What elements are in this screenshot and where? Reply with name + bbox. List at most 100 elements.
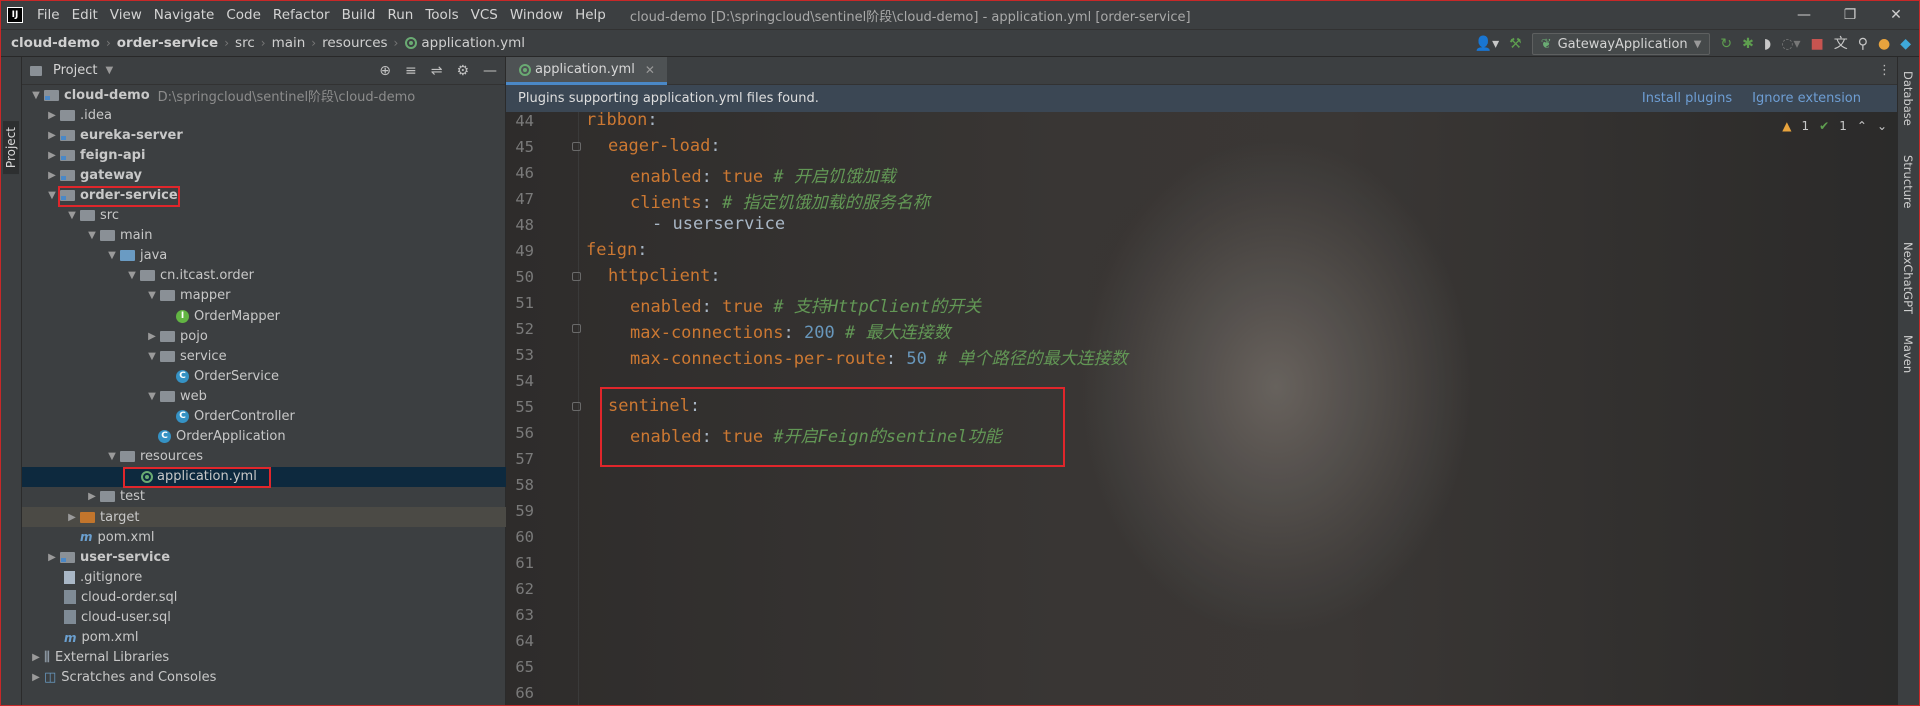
translate-icon[interactable]: 文 (1834, 30, 1848, 58)
menu-run[interactable]: Run (381, 1, 419, 29)
rerun-icon[interactable]: ↻ (1720, 30, 1732, 58)
line-number: 61 (515, 554, 534, 572)
yaml-key: clients (630, 193, 702, 213)
breadcrumb-main[interactable]: main (272, 35, 306, 51)
menu-help[interactable]: Help (569, 1, 612, 29)
tree-label: order-service (80, 188, 178, 204)
tree-item-ordermapper[interactable]: I OrderMapper (22, 306, 506, 326)
line-number: 66 (515, 684, 534, 702)
user-icon[interactable]: 👤▾ (1475, 30, 1499, 58)
tree-item-main[interactable]: ▼ main (22, 226, 506, 246)
plugin-logo-icon[interactable]: ◆ (1900, 30, 1911, 58)
tree-item-package[interactable]: ▼ cn.itcast.order (22, 266, 506, 286)
tree-item-orderapplication[interactable]: C OrderApplication (22, 427, 506, 447)
update-icon[interactable]: ● (1878, 30, 1890, 58)
more-tabs-icon[interactable]: ⋮ (1878, 57, 1891, 85)
database-tool-button[interactable]: Database (1901, 71, 1915, 126)
tree-item-eureka-server[interactable]: ▶ eureka-server (22, 125, 506, 145)
tree-item-service[interactable]: ▼ service (22, 346, 506, 366)
window-controls: — ❐ ✕ (1781, 1, 1919, 29)
tree-item-pom-root[interactable]: m pom.xml (22, 628, 506, 648)
yaml-number: 200 (804, 323, 835, 343)
hide-icon[interactable]: — (483, 57, 497, 85)
tree-item-web[interactable]: ▼ web (22, 386, 506, 406)
tree-item-pom-order[interactable]: m pom.xml (22, 527, 506, 547)
fold-marker-icon[interactable] (572, 272, 581, 281)
close-tab-icon[interactable]: ✕ (645, 63, 655, 77)
yaml-key: feign (586, 240, 638, 260)
menu-edit[interactable]: Edit (66, 1, 104, 29)
package-icon (140, 270, 155, 282)
tree-item-application-yml[interactable]: application.yml (22, 466, 506, 487)
run-configuration-select[interactable]: ❦ GatewayApplication ▼ (1531, 33, 1711, 55)
tree-item-pojo[interactable]: ▶ pojo (22, 326, 506, 346)
tree-item-java[interactable]: ▼ java (22, 246, 506, 266)
tree-item-external-libraries[interactable]: ▶ ⫼ External Libraries (22, 648, 506, 668)
fold-marker-icon[interactable] (572, 402, 581, 411)
tree-item-target[interactable]: ▶ target (22, 506, 506, 528)
tree-item-user-service[interactable]: ▶ user-service (22, 547, 506, 567)
expand-all-icon[interactable]: ≡ (405, 57, 417, 85)
chevron-down-icon[interactable]: ▼ (105, 65, 113, 76)
tab-application-yml[interactable]: application.yml ✕ (506, 57, 667, 85)
fold-marker-icon[interactable] (572, 324, 581, 333)
chevron-right-icon: › (393, 36, 399, 50)
menu-code[interactable]: Code (220, 1, 267, 29)
tree-item-cloud-demo[interactable]: ▼ cloud-demo D:\springcloud\sentinel阶段\clo… (22, 85, 506, 105)
close-button[interactable]: ✕ (1873, 1, 1919, 29)
menu-view[interactable]: View (104, 1, 148, 29)
tree-item-resources[interactable]: ▼ resources (22, 447, 506, 467)
collapse-all-icon[interactable]: ⇌ (431, 57, 443, 85)
tree-item-orderservice[interactable]: C OrderService (22, 366, 506, 386)
tree-item-gateway[interactable]: ▶ gateway (22, 165, 506, 185)
menu-navigate[interactable]: Navigate (148, 1, 221, 29)
fold-marker-icon[interactable] (572, 142, 581, 151)
breadcrumb-src[interactable]: src (235, 35, 255, 51)
install-plugins-link[interactable]: Install plugins (1642, 91, 1732, 106)
breadcrumb-file[interactable]: application.yml (421, 35, 525, 51)
stop-icon[interactable]: ■ (1811, 30, 1824, 58)
menu-tools[interactable]: Tools (419, 1, 464, 29)
code-line-49: feign: (586, 240, 648, 260)
tree-item-cloud-user-sql[interactable]: cloud-user.sql (22, 607, 506, 627)
code-editor[interactable]: 44 45 46 47 48 49 50 51 52 53 54 55 56 5… (506, 110, 1897, 705)
locate-target-icon[interactable]: ⊕ (379, 57, 391, 85)
source-folder-icon (120, 250, 135, 262)
breadcrumb-module[interactable]: order-service (117, 35, 218, 51)
menu-vcs[interactable]: VCS (465, 1, 504, 29)
yaml-value: true (722, 427, 764, 447)
profiler-icon[interactable]: ◌▾ (1781, 30, 1800, 58)
breadcrumb-project[interactable]: cloud-demo (11, 35, 100, 51)
menu-file[interactable]: File (31, 1, 66, 29)
maven-tool-button[interactable]: Maven (1901, 335, 1915, 373)
tree-item-mapper[interactable]: ▼ mapper (22, 286, 506, 306)
project-panel-title[interactable]: Project (53, 63, 97, 78)
minimize-button[interactable]: — (1781, 1, 1827, 29)
menu-build[interactable]: Build (336, 1, 382, 29)
menu-window[interactable]: Window (504, 1, 569, 29)
breadcrumb-resources[interactable]: resources (322, 35, 387, 51)
gear-icon[interactable]: ⚙ (456, 57, 469, 85)
intellij-logo-icon: IJ (7, 7, 23, 23)
project-tool-window-button[interactable]: Project (3, 121, 19, 175)
tree-item-ordercontroller[interactable]: C OrderController (22, 407, 506, 427)
coverage-shield-icon[interactable]: ◗ (1764, 30, 1771, 58)
nexchatgpt-tool-button[interactable]: NexChatGPT (1901, 242, 1915, 314)
ignore-extension-link[interactable]: Ignore extension (1752, 91, 1861, 106)
code-line-44: ribbon: (586, 110, 658, 130)
tree-item-feign-api[interactable]: ▶ feign-api (22, 145, 506, 165)
search-icon[interactable]: ⚲ (1858, 30, 1868, 58)
structure-tool-button[interactable]: Structure (1901, 155, 1915, 209)
tree-item-src[interactable]: ▼ src (22, 206, 506, 226)
maximize-button[interactable]: ❐ (1827, 1, 1873, 29)
tree-item-scratches[interactable]: ▶ ◫ Scratches and Consoles (22, 668, 506, 688)
tree-item-idea[interactable]: ▶ .idea (22, 105, 506, 125)
debug-bug-icon[interactable]: ✱ (1742, 30, 1754, 58)
tree-item-cloud-order-sql[interactable]: cloud-order.sql (22, 587, 506, 607)
tree-item-order-service[interactable]: ▼ order-service (22, 185, 506, 205)
interface-icon: I (176, 309, 189, 323)
menu-refactor[interactable]: Refactor (267, 1, 336, 29)
tree-item-test[interactable]: ▶ test (22, 487, 506, 507)
build-hammer-icon[interactable]: ⚒ (1509, 30, 1522, 58)
tree-item-gitignore[interactable]: .gitignore (22, 567, 506, 587)
